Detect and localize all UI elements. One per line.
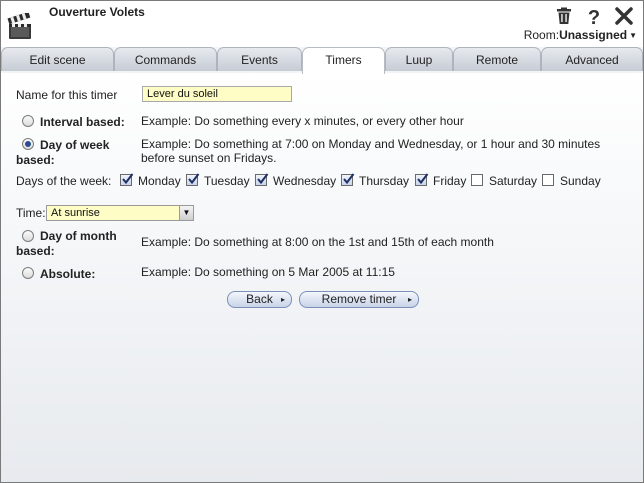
tab-commands[interactable]: Commands [114, 47, 217, 71]
room-label: Room: [523, 28, 560, 42]
scene-editor-window: Ouverture Volets ? Room:Unassigned ▼ Edi… [0, 0, 644, 483]
window-title: Ouverture Volets [49, 5, 145, 19]
remove-timer-button[interactable]: Remove timer ▸ [299, 291, 419, 308]
tab-events[interactable]: Events [217, 47, 302, 71]
day-of-month-radio[interactable] [22, 230, 34, 242]
day-of-month-label-line1: Day of month [40, 229, 117, 243]
day-of-week-radio[interactable] [22, 138, 34, 150]
trash-icon[interactable] [553, 5, 575, 27]
absolute-label: Absolute: [40, 267, 96, 281]
back-button-label: Back [246, 292, 273, 306]
interval-radio[interactable] [22, 115, 34, 127]
timer-name-field[interactable] [142, 86, 292, 102]
absolute-example: Example: Do something on 5 Mar 2005 at 1… [141, 265, 395, 279]
monday-label: Monday [138, 174, 181, 188]
tuesday-checkbox[interactable] [186, 173, 200, 186]
chevron-right-icon: ▸ [280, 295, 285, 304]
day-of-month-example: Example: Do something at 8:00 on the 1st… [141, 235, 494, 249]
tab-edit-scene[interactable]: Edit scene [1, 47, 114, 71]
room-selector[interactable]: Room:Unassigned ▼ [524, 28, 637, 42]
days-of-week-label: Days of the week: [16, 174, 112, 188]
saturday-checkbox[interactable] [471, 174, 483, 186]
clapperboard-icon [6, 11, 34, 41]
chevron-right-icon: ▸ [407, 295, 412, 304]
wednesday-checkbox[interactable] [255, 173, 269, 186]
back-button[interactable]: Back ▸ [227, 291, 292, 308]
timer-name-label: Name for this timer [16, 88, 118, 102]
day-of-week-example-line1: Example: Do something at 7:00 on Monday … [141, 137, 601, 151]
tab-remote[interactable]: Remote [453, 47, 541, 71]
close-icon[interactable] [613, 5, 635, 27]
friday-checkbox[interactable] [415, 173, 429, 186]
thursday-checkbox[interactable] [341, 173, 355, 186]
friday-label: Friday [433, 174, 467, 188]
wednesday-label: Wednesday [273, 174, 337, 188]
sunday-checkbox[interactable] [542, 174, 554, 186]
svg-text:?: ? [588, 7, 600, 27]
day-of-week-label-line1: Day of week [40, 138, 110, 152]
room-value: Unassigned [559, 28, 628, 42]
time-select-value: At sunrise [51, 207, 100, 219]
interval-example: Example: Do something every x minutes, o… [141, 114, 464, 128]
day-of-week-label-line2: based: [16, 153, 55, 167]
day-of-month-label-line2: based: [16, 244, 55, 258]
tab-advanced[interactable]: Advanced [541, 47, 643, 71]
chevron-down-icon: ▼ [179, 206, 193, 220]
thursday-label: Thursday [359, 174, 410, 188]
absolute-radio[interactable] [22, 267, 34, 279]
sunday-label: Sunday [560, 174, 601, 188]
title-bar: Ouverture Volets ? Room:Unassigned ▼ [1, 1, 643, 47]
chevron-down-icon: ▼ [629, 31, 637, 40]
timer-settings-panel: Name for this timer Interval based: Exam… [1, 73, 643, 482]
tab-timers[interactable]: Timers [302, 47, 385, 74]
tab-bar: Edit scene Commands Events Timers Luup R… [1, 47, 643, 74]
monday-checkbox[interactable] [120, 173, 134, 186]
time-select[interactable]: At sunrise ▼ [46, 205, 194, 221]
day-of-week-example-line2: before sunset on Fridays. [141, 151, 277, 165]
time-label: Time: [16, 206, 46, 220]
saturday-label: Saturday [489, 174, 538, 188]
tuesday-label: Tuesday [204, 174, 250, 188]
interval-label: Interval based: [40, 115, 125, 129]
tab-luup[interactable]: Luup [385, 47, 453, 71]
remove-timer-button-label: Remove timer [321, 292, 397, 306]
question-mark-icon[interactable]: ? [583, 5, 605, 29]
